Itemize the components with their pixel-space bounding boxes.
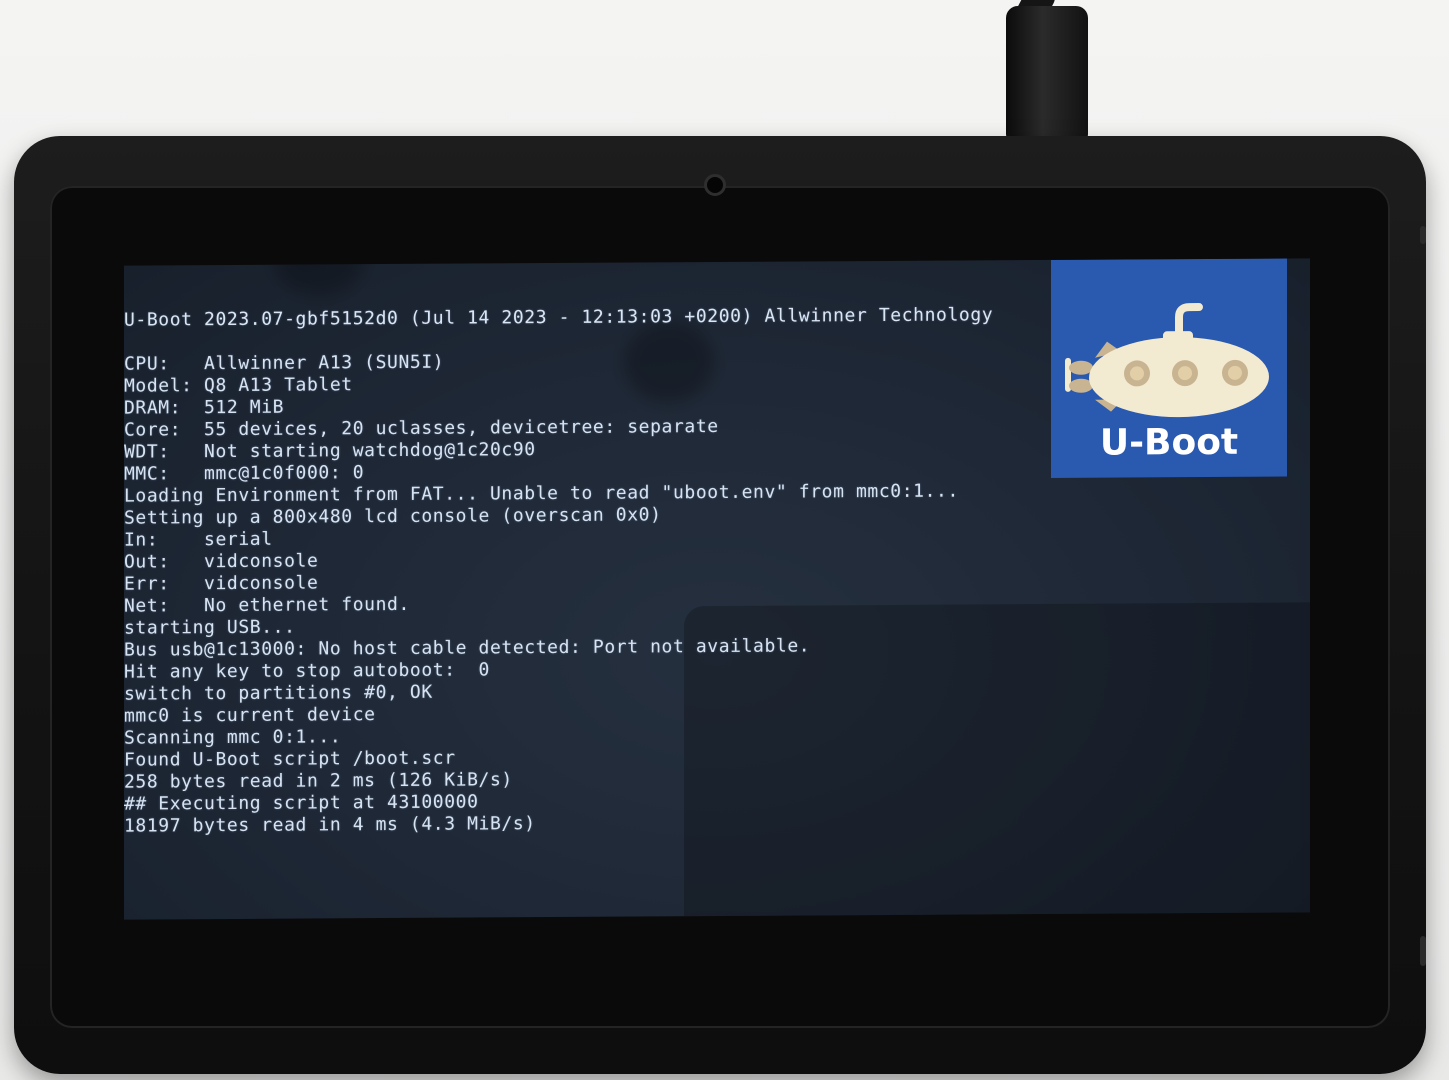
uboot-logo: U-Boot: [1051, 258, 1287, 478]
usb-plug: [1006, 6, 1088, 142]
side-button-bottom: [1420, 936, 1426, 966]
boot-console: U-Boot 2023.07-gbf5152d0 (Jul 14 2023 - …: [124, 304, 993, 837]
submarine-icon: [1065, 303, 1269, 418]
camera-icon: [704, 174, 726, 196]
lcd-screen: U-Boot 2023.07-gbf5152d0 (Jul 14 2023 - …: [124, 258, 1310, 920]
logo-text: U-Boot: [1099, 421, 1239, 464]
screen-smudge: [274, 258, 364, 295]
side-button-top: [1420, 226, 1426, 244]
